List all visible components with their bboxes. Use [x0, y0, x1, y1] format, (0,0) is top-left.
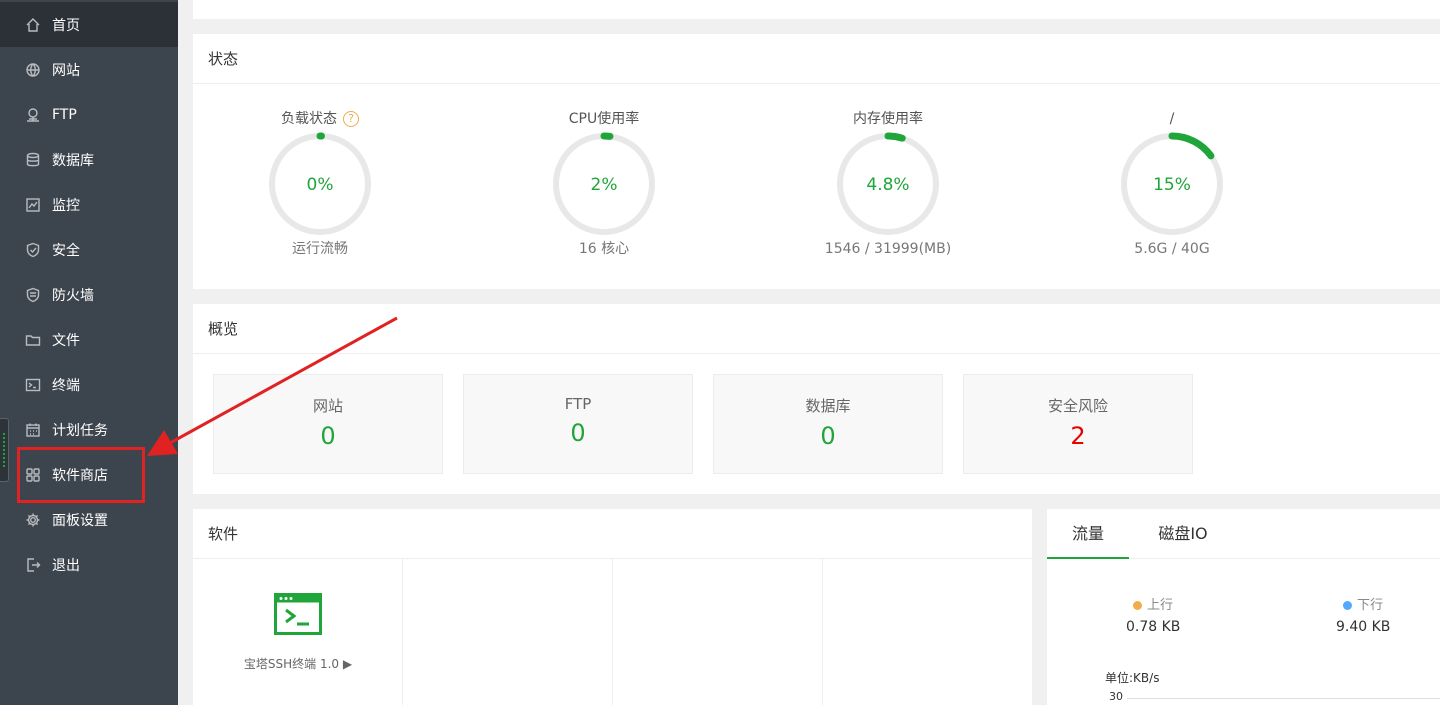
globe-icon	[24, 61, 42, 79]
legend-upload: 上行	[1133, 594, 1173, 613]
sidebar-item-label: 监控	[52, 197, 80, 214]
gauge-value: 15%	[1153, 175, 1191, 195]
software-slot-empty	[823, 559, 1032, 705]
overview-card-value[interactable]: 2	[964, 422, 1192, 450]
download-value: 9.40 KB	[1336, 619, 1391, 635]
overview-card-label: 安全风险	[1047, 397, 1108, 415]
firewall-icon	[24, 286, 42, 304]
folder-icon	[24, 331, 42, 349]
gauge-ring: 2%	[552, 132, 656, 236]
software-panel-title: 软件	[193, 509, 1032, 559]
sidebar: 首页 网站 FTP 数据库 监控 安全 防火墙 文件 终端 计划任务 软件商店	[0, 0, 178, 705]
sidebar-item-label: 安全	[52, 242, 80, 259]
monitor-icon	[24, 196, 42, 214]
sidebar-collapse-handle[interactable]	[0, 418, 9, 482]
overview-panel-title: 概览	[193, 304, 1440, 354]
sidebar-item-label: 首页	[52, 17, 80, 34]
sidebar-item-logout[interactable]: 退出	[0, 542, 178, 587]
sidebar-item-label: 数据库	[52, 152, 94, 169]
top-info-strip	[193, 0, 1440, 19]
gauge-subtext: 16 核心	[578, 241, 630, 257]
home-icon	[24, 16, 42, 34]
overview-card-label: 网站	[312, 397, 343, 415]
upload-dot	[1133, 601, 1142, 610]
status-panel-title: 状态	[193, 34, 1440, 84]
legend-download: 下行	[1343, 594, 1383, 613]
gauge-cpu[interactable]: CPU使用率 2% 16 核心	[504, 109, 704, 259]
terminal-window-icon[interactable]	[274, 593, 322, 635]
overview-card-value[interactable]: 0	[214, 422, 442, 450]
sidebar-item-firewall[interactable]: 防火墙	[0, 272, 178, 317]
gauge-value: 4.8%	[866, 175, 909, 195]
calendar-icon	[24, 421, 42, 439]
annotation-highlight-box	[17, 447, 145, 503]
status-panel: 状态 负载状态? 0% 运行流畅 CPU使用率 2% 16 核心 内存使用率 4…	[193, 34, 1440, 289]
gauge-disk[interactable]: / 15% 5.6G / 40G	[1072, 109, 1272, 259]
download-dot	[1343, 601, 1352, 610]
sidebar-item-files[interactable]: 文件	[0, 317, 178, 362]
sidebar-item-label: 计划任务	[52, 422, 108, 439]
gauge-value: 2%	[591, 175, 618, 195]
chart-gridline	[1127, 698, 1440, 699]
gauge-title: /	[1169, 111, 1175, 127]
gauge-title: 负载状态	[281, 111, 337, 127]
sidebar-item-home[interactable]: 首页	[0, 2, 178, 47]
tab-traffic[interactable]: 流量	[1047, 509, 1129, 559]
terminal-icon	[24, 376, 42, 394]
gauge-subtext: 运行流畅	[292, 241, 348, 257]
gauge-subtext: 1546 / 31999(MB)	[824, 241, 952, 257]
tab-disk-io[interactable]: 磁盘IO	[1147, 509, 1219, 559]
overview-card-label: 数据库	[805, 397, 851, 415]
upload-value: 0.78 KB	[1126, 619, 1181, 635]
software-slot-empty	[613, 559, 823, 705]
ftp-icon	[24, 106, 42, 124]
sidebar-item-label: 面板设置	[52, 512, 108, 529]
chart-axis-tick: 30	[1109, 690, 1123, 703]
sidebar-item-panel-settings[interactable]: 面板设置	[0, 497, 178, 542]
sidebar-item-label: 防火墙	[52, 287, 94, 304]
gauge-ring: 0%	[268, 132, 372, 236]
sidebar-item-label: 终端	[52, 377, 80, 394]
sidebar-item-terminal[interactable]: 终端	[0, 362, 178, 407]
help-icon[interactable]: ?	[343, 111, 359, 127]
overview-panel: 概览 网站 0 FTP 0 数据库 0 安全风险 2	[193, 304, 1440, 494]
software-slot[interactable]: 宝塔SSH终端 1.0 ▶	[193, 559, 403, 705]
gauge-title: 内存使用率	[853, 111, 923, 127]
sidebar-item-label: 文件	[52, 332, 80, 349]
sidebar-item-database[interactable]: 数据库	[0, 137, 178, 182]
gauge-value: 0%	[307, 175, 334, 195]
sidebar-item-cron[interactable]: 计划任务	[0, 407, 178, 452]
overview-card-websites[interactable]: 网站 0	[213, 374, 443, 474]
gauge-ring: 4.8%	[836, 132, 940, 236]
gauge-ring: 15%	[1120, 132, 1224, 236]
software-panel: 软件 宝塔SSH终端 1.0 ▶	[193, 509, 1032, 705]
overview-card-label: FTP	[564, 395, 592, 413]
gauge-memory[interactable]: 内存使用率 4.8% 1546 / 31999(MB)	[788, 109, 988, 259]
gauge-title: CPU使用率	[568, 111, 640, 127]
sidebar-item-ftp[interactable]: FTP	[0, 92, 178, 137]
sidebar-item-label: 退出	[52, 557, 80, 574]
traffic-panel: 流量 磁盘IO 上行 0.78 KB 下行 9.40 KB 单位:KB/s 30	[1047, 509, 1440, 705]
sidebar-item-monitor[interactable]: 监控	[0, 182, 178, 227]
overview-card-security-risk[interactable]: 安全风险 2	[963, 374, 1193, 474]
overview-card-value[interactable]: 0	[714, 422, 942, 450]
sidebar-item-website[interactable]: 网站	[0, 47, 178, 92]
chart-unit-label: 单位:KB/s	[1105, 671, 1160, 685]
gauge-load[interactable]: 负载状态? 0% 运行流畅	[220, 109, 420, 259]
logout-icon	[24, 556, 42, 574]
database-icon	[24, 151, 42, 169]
shield-icon	[24, 241, 42, 259]
gear-icon	[24, 511, 42, 529]
sidebar-item-label: FTP	[52, 106, 77, 123]
overview-card-ftp[interactable]: FTP 0	[463, 374, 693, 474]
software-slot-empty	[403, 559, 613, 705]
gauge-subtext: 5.6G / 40G	[1134, 241, 1210, 257]
overview-card-value[interactable]: 0	[464, 419, 692, 447]
sidebar-item-label: 网站	[52, 62, 80, 79]
software-name[interactable]: 宝塔SSH终端 1.0 ▶	[193, 655, 403, 672]
sidebar-item-security[interactable]: 安全	[0, 227, 178, 272]
overview-card-databases[interactable]: 数据库 0	[713, 374, 943, 474]
